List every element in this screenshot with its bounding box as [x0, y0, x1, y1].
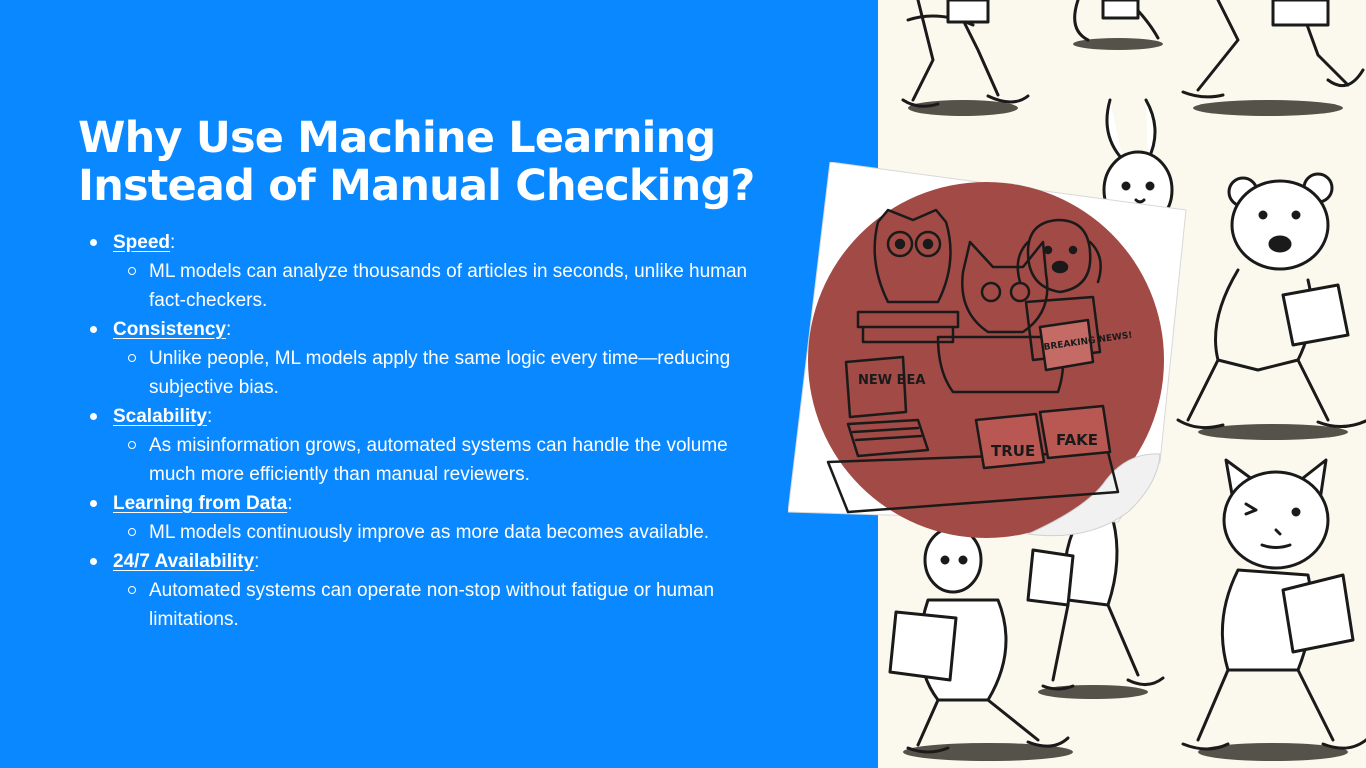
bullet-term[interactable]: Scalability	[113, 406, 207, 427]
sub-bullet-ring	[128, 354, 136, 362]
bullet-detail-text: ML models continuously improve as more d…	[149, 522, 710, 543]
bullet-term[interactable]: 24/7 Availability	[113, 551, 254, 572]
bullet-item-speed: Speed: ML models can analyze thousands o…	[88, 228, 748, 315]
sub-bullet-ring	[128, 528, 136, 536]
sub-bullet-ring	[128, 441, 136, 449]
bullet-colon: :	[170, 232, 176, 253]
sticker-art: NEW BEA BREAKING NEWS! TRUE FAKE	[788, 162, 1187, 538]
bullet-term[interactable]: Consistency	[113, 319, 226, 340]
bullet-item-scalability: Scalability: As misinformation grows, au…	[88, 402, 748, 489]
illustration-sticker: NEW BEA BREAKING NEWS! TRUE FAKE	[788, 162, 1188, 552]
bullet-detail-text: ML models can analyze thousands of artic…	[149, 261, 748, 311]
bullet-dot	[90, 500, 97, 507]
bullet-detail: Automated systems can operate non-stop w…	[113, 576, 748, 634]
bullet-dot	[90, 326, 97, 333]
walker-top-left-figure	[901, 0, 1030, 116]
bullet-list: Speed: ML models can analyze thousands o…	[88, 228, 748, 634]
walker-top-middle-figure	[1073, 0, 1163, 50]
bullet-detail: ML models continuously improve as more d…	[113, 518, 748, 547]
bullet-colon: :	[254, 551, 260, 572]
content-panel: Why Use Machine Learning Instead of Manu…	[0, 0, 878, 768]
bullet-term[interactable]: Speed	[113, 232, 170, 253]
sub-bullet-ring	[128, 267, 136, 275]
box-true-label: TRUE	[991, 442, 1035, 460]
bullet-dot	[90, 239, 97, 246]
cat-figure	[1181, 458, 1366, 761]
bullet-detail-text: As misinformation grows, automated syste…	[149, 435, 728, 485]
sub-bullet-ring	[128, 586, 136, 594]
slide-title: Why Use Machine Learning Instead of Manu…	[78, 113, 755, 211]
bullet-dot	[90, 558, 97, 565]
bullet-dot	[90, 413, 97, 420]
box-fake-label: FAKE	[1056, 431, 1098, 449]
bullet-detail: Unlike people, ML models apply the same …	[113, 344, 748, 402]
true-box: TRUE	[974, 412, 1046, 470]
bullet-detail: As misinformation grows, automated syste…	[113, 431, 748, 489]
bullet-term[interactable]: Learning from Data	[113, 493, 287, 514]
bullet-item-consistency: Consistency: Unlike people, ML models ap…	[88, 315, 748, 402]
bullet-colon: :	[287, 493, 293, 514]
bear-figure	[1176, 172, 1366, 440]
walker-top-right-figure	[1181, 0, 1365, 116]
newspaper-text: NEW BEA	[858, 373, 925, 388]
bullet-detail-text: Automated systems can operate non-stop w…	[149, 580, 715, 630]
fake-box: FAKE	[1038, 404, 1112, 460]
bullet-colon: :	[207, 406, 213, 427]
bullet-item-availability: 24/7 Availability: Automated systems can…	[88, 547, 748, 634]
bullet-detail-text: Unlike people, ML models apply the same …	[149, 348, 731, 398]
bullet-item-learning-from-data: Learning from Data: ML models continuous…	[88, 489, 748, 547]
bullet-detail: ML models can analyze thousands of artic…	[113, 257, 748, 315]
bullet-colon: :	[225, 319, 232, 340]
